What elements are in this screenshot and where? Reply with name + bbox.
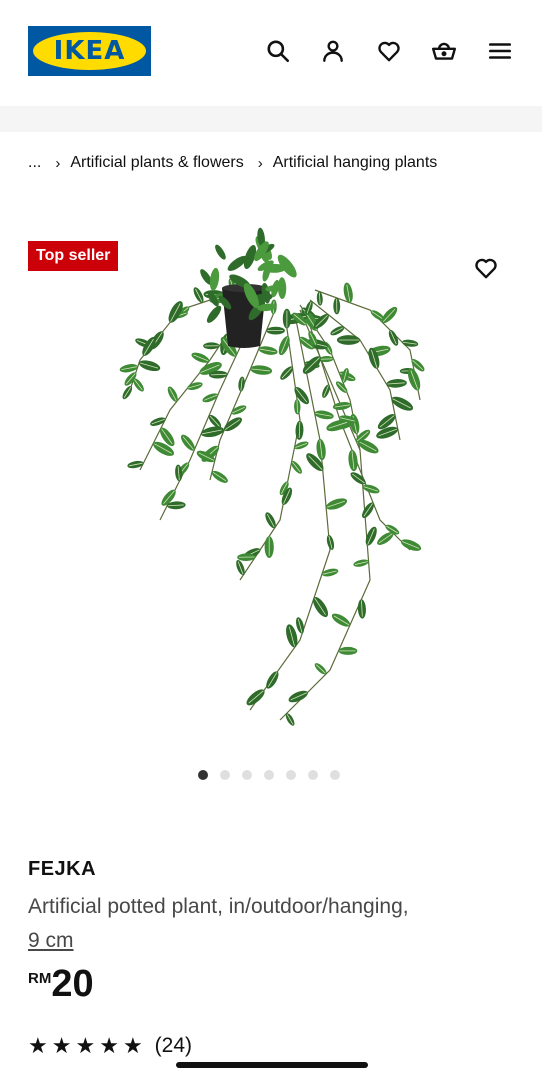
add-to-favourites-button[interactable] [471,253,501,283]
home-indicator [176,1062,368,1068]
chevron-right-icon: › [55,154,61,172]
star-icon: ★ [51,1033,72,1058]
star-icon: ★ [99,1033,119,1058]
breadcrumb-artificial-plants[interactable]: Artificial plants & flowers [70,154,243,172]
review-count: (24) [154,1034,193,1057]
top-navigation: IKEA [0,0,542,106]
product-image[interactable] [100,220,440,740]
image-carousel-dots [198,770,340,780]
header-icons [0,36,542,66]
star-icon: ★ [122,1033,143,1058]
carousel-dot[interactable] [264,770,274,780]
rating-stars: ★ ★ ★ ★ ★ [28,1034,143,1058]
product-description-text: Artificial potted plant, in/outdoor/hang… [28,895,409,918]
product-description: Artificial potted plant, in/outdoor/hang… [28,890,508,958]
favourites-icon[interactable] [374,36,404,66]
heart-icon [475,258,497,279]
carousel-dot[interactable] [198,770,208,780]
carousel-dot[interactable] [286,770,296,780]
carousel-dot[interactable] [220,770,230,780]
product-rating[interactable]: ★ ★ ★ ★ ★ (24) [28,1034,192,1058]
product-price: RM 20 [28,962,94,1006]
carousel-dot[interactable] [330,770,340,780]
breadcrumb: ... › Artificial plants & flowers › Arti… [28,154,437,172]
account-icon[interactable] [318,36,348,66]
breadcrumb-hanging-plants[interactable]: Artificial hanging plants [273,154,438,172]
star-icon: ★ [75,1033,96,1058]
search-icon[interactable] [263,36,293,66]
cutoff-banner [0,106,542,132]
menu-icon[interactable] [485,36,515,66]
breadcrumb-ellipsis[interactable]: ... [28,154,41,172]
product-size-link[interactable]: 9 cm [28,929,74,952]
carousel-dot[interactable] [308,770,318,780]
basket-icon[interactable] [429,36,459,66]
carousel-dot[interactable] [242,770,252,780]
star-icon: ★ [28,1033,48,1058]
chevron-right-icon: › [257,154,263,172]
price-currency: RM [28,970,52,987]
product-name: FEJKA [28,858,97,880]
price-amount: 20 [51,963,94,1005]
